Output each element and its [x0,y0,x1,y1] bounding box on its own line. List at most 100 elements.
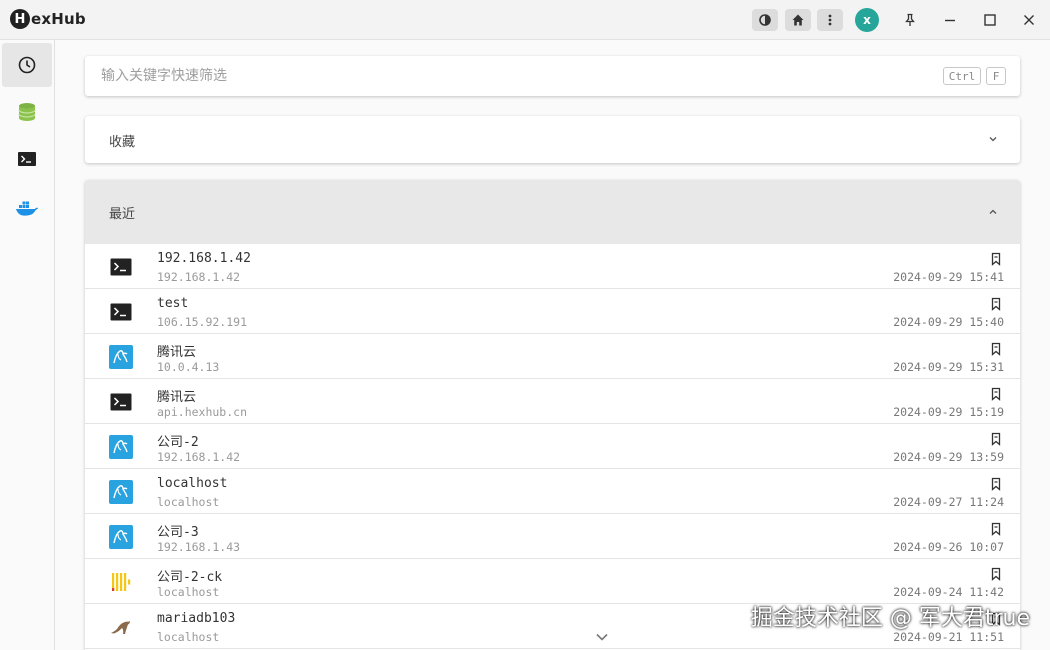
sidebar-item-terminal[interactable] [2,137,52,181]
theme-icon [759,14,771,26]
chevron-down-icon [989,137,997,142]
connection-name: 腾讯云 [157,390,197,405]
connection-name: 公司-2 [157,435,199,450]
connection-host: localhost [157,630,220,644]
bookmark-icon[interactable] [990,387,1002,401]
user-avatar[interactable]: x [855,8,879,32]
connection-host: 10.0.4.13 [157,360,220,374]
recent-connection-row[interactable]: 腾讯云 api.hexhub.cn 2024-09-29 15:19 [85,379,1020,424]
bookmark-button[interactable] [990,476,1002,495]
close-icon [1024,15,1034,25]
mysql-icon [109,435,133,459]
home-icon [792,14,804,26]
bookmark-button[interactable] [990,431,1002,450]
scroll-down-icon[interactable] [595,632,609,642]
bookmark-icon[interactable] [990,297,1002,311]
recent-connection-row[interactable]: 192.168.1.42 192.168.1.42 2024-09-29 15:41 [85,244,1020,289]
connection-name: localhost [157,476,228,491]
connection-name: 公司-2-ck [157,570,223,585]
recent-connection-row[interactable]: test 106.15.92.191 2024-09-29 15:40 [85,289,1020,334]
mysql-icon [109,345,133,369]
bookmark-button[interactable] [990,386,1002,405]
sidebar-item-history[interactable] [2,43,52,87]
recent-section: 最近 192.168.1.42 192.168.1.42 2024-09-29 15… [85,180,1020,650]
connection-time: 2024-09-27 11:24 [893,495,1004,509]
connection-name: test [157,296,189,311]
mysql-icon [109,480,133,504]
bookmark-button[interactable] [990,521,1002,540]
connection-name: mariadb103 [157,611,236,626]
search-bar: Ctrl F [85,56,1020,96]
terminal-icon [109,390,133,414]
watermark: 掘金技术社区 @ 军大君true [750,606,1030,631]
connection-host: localhost [157,495,220,509]
bookmark-icon[interactable] [990,432,1002,446]
sidebar-item-database[interactable] [2,90,52,134]
recent-connection-row[interactable]: 腾讯云 10.0.4.13 2024-09-29 15:31 [85,334,1020,379]
clickhouse-icon [109,570,133,594]
bookmark-button[interactable] [990,341,1002,360]
recent-connection-row[interactable]: 公司-2 192.168.1.42 2024-09-29 13:59 [85,424,1020,469]
main-content: Ctrl F 收藏 最近 192.168.1.42 192.168.1.42 202… [55,40,1050,650]
history-icon [18,56,36,74]
shortcut-key-f: F [986,67,1006,85]
favorites-section[interactable]: 收藏 [85,116,1020,163]
more-button[interactable] [817,9,843,31]
logo-mark: H [10,9,30,29]
shortcut-key-ctrl: Ctrl [943,67,981,85]
app-logo: H exHub [10,8,86,30]
sidebar [0,40,55,650]
recent-connection-row[interactable]: localhost localhost 2024-09-27 11:24 [85,469,1020,514]
minimize-icon [945,19,955,22]
connection-host: 106.15.92.191 [157,315,248,329]
connection-time: 2024-09-29 13:59 [893,450,1004,464]
sidebar-item-docker[interactable] [2,186,52,230]
terminal-icon [109,300,133,324]
bookmark-button[interactable] [990,251,1002,270]
connection-name: 腾讯云 [157,345,197,360]
connection-host: 192.168.1.42 [157,450,241,464]
pin-icon [905,13,915,26]
connection-time: 2024-09-29 15:31 [893,360,1004,374]
maximize-button[interactable] [977,8,1003,32]
home-button[interactable] [785,9,811,31]
recent-connection-row[interactable]: 公司-2-ck localhost 2024-09-24 11:42 [85,559,1020,604]
bookmark-icon[interactable] [990,342,1002,356]
favorites-title: 收藏 [109,135,136,150]
recent-header[interactable]: 最近 [85,180,1020,244]
theme-toggle-button[interactable] [752,9,778,31]
title-bar: H exHub x [0,0,1050,40]
bookmark-icon[interactable] [990,567,1002,581]
terminal-icon [18,152,36,166]
connection-host: api.hexhub.cn [157,405,248,419]
pin-button[interactable] [897,8,923,32]
bookmark-button[interactable] [990,296,1002,315]
bookmark-icon[interactable] [990,477,1002,491]
connection-time: 2024-09-29 15:19 [893,405,1004,419]
connection-time: 2024-09-26 10:07 [893,540,1004,554]
connection-time: 2024-09-21 11:51 [893,630,1004,644]
bookmark-icon[interactable] [990,522,1002,536]
close-button[interactable] [1016,8,1042,32]
minimize-button[interactable] [937,8,963,32]
bookmark-button[interactable] [990,566,1002,585]
connection-host: 192.168.1.43 [157,540,241,554]
connection-host: 192.168.1.42 [157,270,241,284]
database-icon [18,103,36,121]
connection-host: localhost [157,585,220,599]
connection-time: 2024-09-29 15:40 [893,315,1004,329]
connection-time: 2024-09-29 15:41 [893,270,1004,284]
connection-name: 公司-3 [157,525,199,540]
terminal-icon [109,255,133,279]
docker-icon [16,201,38,216]
recent-connection-row[interactable]: 公司-3 192.168.1.43 2024-09-26 10:07 [85,514,1020,559]
connection-name: 192.168.1.42 [157,251,251,266]
recent-title: 最近 [109,207,136,222]
connection-time: 2024-09-24 11:42 [893,585,1004,599]
mysql-icon [109,525,133,549]
search-input[interactable] [101,64,881,88]
logo-text: exHub [31,10,86,28]
bookmark-icon[interactable] [990,252,1002,266]
more-vert-icon [828,14,832,26]
maximize-icon [984,14,996,26]
